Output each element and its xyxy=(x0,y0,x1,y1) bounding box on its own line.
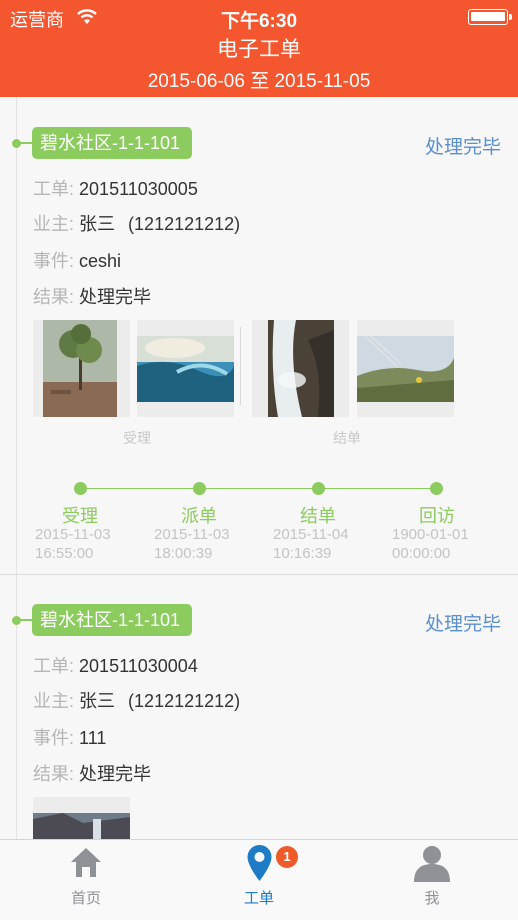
owner-phone[interactable]: (1212121212) xyxy=(128,691,240,711)
owner-key: 业主: xyxy=(33,214,75,234)
top-bar: 运营商 下午6:30 电子工单 2015-06-06 至 2015-11-05 xyxy=(0,0,518,97)
owner-row: 业主: 张三 (1212121212) xyxy=(33,687,240,713)
card-marker-dash xyxy=(20,619,32,621)
progress-clock-accept: 16:55:00 xyxy=(35,545,94,562)
tab-orders-badge: 1 xyxy=(276,846,298,868)
event-row: 事件: ceshi xyxy=(33,247,121,273)
location-pin-icon xyxy=(247,845,272,881)
result-value: 处理完毕 xyxy=(79,764,152,784)
progress-dot-revisit xyxy=(430,482,443,495)
page-title: 电子工单 xyxy=(217,38,301,61)
progress-clock-close: 10:16:39 xyxy=(273,545,332,562)
location-tag: 碧水社区-1-1-101 xyxy=(32,127,193,159)
order-card[interactable]: 碧水社区-1-1-101 处理完毕 工单: 201511030005 业主: 张… xyxy=(0,97,518,575)
result-key: 结果: xyxy=(33,287,75,307)
progress-time-revisit: 1900-01-01 00:00:00 xyxy=(392,525,469,563)
progress-dot-close xyxy=(312,482,325,495)
result-value: 处理完毕 xyxy=(79,287,152,307)
order-number-row: 工单: 201511030004 xyxy=(33,652,198,678)
owner-phone[interactable]: (1212121212) xyxy=(128,214,240,234)
progress-time-dispatch: 2015-11-03 18:00:39 xyxy=(154,525,230,563)
result-row: 结果: 处理完毕 xyxy=(33,760,151,786)
photo-caption-accept: 受理 xyxy=(123,430,151,446)
photo-group-divider xyxy=(240,327,241,405)
order-number-key: 工单: xyxy=(33,656,75,676)
order-number-row: 工单: 201511030005 xyxy=(33,175,198,201)
location-tag: 碧水社区-1-1-101 xyxy=(32,604,193,636)
order-number-value: 201511030004 xyxy=(79,656,198,676)
result-key: 结果: xyxy=(33,764,75,784)
order-state: 处理完毕 xyxy=(424,614,501,635)
owner-key: 业主: xyxy=(33,691,75,711)
order-number-value: 201511030005 xyxy=(79,179,198,199)
tab-me-label: 我 xyxy=(424,890,440,907)
landscape-photo[interactable] xyxy=(33,797,130,839)
event-row: 事件: 111 xyxy=(33,724,106,750)
order-number-key: 工单: xyxy=(33,179,75,199)
progress-line xyxy=(81,488,437,489)
event-value: 111 xyxy=(79,728,107,748)
progress-time-accept: 2015-11-03 16:55:00 xyxy=(35,525,111,563)
date-range[interactable]: 2015-06-06 至 2015-11-05 xyxy=(0,66,518,93)
order-state: 处理完毕 xyxy=(424,137,501,158)
progress-date-close: 2015-11-04 xyxy=(273,526,349,543)
waterfall-photo[interactable] xyxy=(252,320,349,417)
tree-photo[interactable] xyxy=(33,320,130,417)
tab-orders[interactable]: 1 工单 xyxy=(173,840,345,920)
progress-date-dispatch: 2015-11-03 xyxy=(154,526,230,543)
status-time: 下午6:30 xyxy=(220,11,298,32)
order-list[interactable]: 碧水社区-1-1-101 处理完毕 工单: 201511030005 业主: 张… xyxy=(0,97,518,839)
owner-name: 张三 xyxy=(79,214,116,234)
home-icon xyxy=(71,848,101,877)
event-key: 事件: xyxy=(33,728,75,748)
progress-clock-revisit: 00:00:00 xyxy=(392,545,451,562)
progress-clock-dispatch: 18:00:39 xyxy=(154,545,213,562)
battery-icon xyxy=(468,9,512,25)
result-row: 结果: 处理完毕 xyxy=(33,283,151,309)
tab-home-label: 首页 xyxy=(70,890,101,907)
progress-dot-dispatch xyxy=(193,482,206,495)
owner-row: 业主: 张三 (1212121212) xyxy=(33,210,240,236)
tab-orders-label: 工单 xyxy=(243,890,274,907)
tab-me[interactable]: 我 xyxy=(346,840,518,920)
owner-name: 张三 xyxy=(79,691,116,711)
status-bar: 运营商 下午6:30 xyxy=(0,0,518,32)
grass-photo[interactable] xyxy=(357,320,454,417)
event-key: 事件: xyxy=(33,251,75,271)
card-marker-dash xyxy=(20,142,32,144)
person-icon xyxy=(414,846,450,882)
event-value: ceshi xyxy=(79,251,122,271)
wave-photo[interactable] xyxy=(137,320,234,417)
tab-home[interactable]: 首页 xyxy=(0,840,172,920)
tab-bar: 首页 1 工单 我 xyxy=(0,839,518,920)
photo-caption-close: 结单 xyxy=(333,430,361,446)
progress-date-revisit: 1900-01-01 xyxy=(392,526,469,543)
order-card[interactable]: 碧水社区-1-1-101 处理完毕 工单: 201511030004 业主: 张… xyxy=(0,574,518,839)
progress-date-accept: 2015-11-03 xyxy=(35,526,111,543)
progress-dot-accept xyxy=(74,482,87,495)
progress-time-close: 2015-11-04 10:16:39 xyxy=(273,525,349,563)
